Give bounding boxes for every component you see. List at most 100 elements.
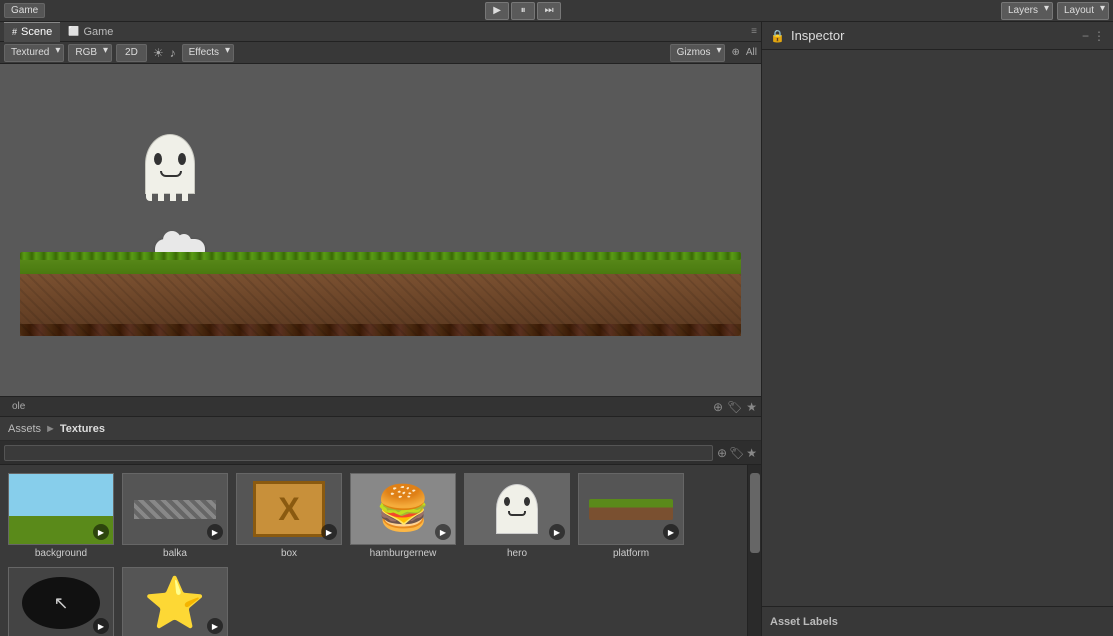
star-search-icon[interactable]: ★ <box>746 446 757 460</box>
inspector-body <box>762 50 1113 606</box>
console-tab[interactable]: ole <box>4 397 33 417</box>
pause-button[interactable]: ⏸ <box>511 2 535 20</box>
ghost-eyes <box>154 153 186 165</box>
right-panel: 🔒 Inspector − ⋮ Asset Labels <box>762 22 1113 636</box>
play-button[interactable]: ▶ <box>485 2 509 20</box>
all-label: All <box>746 47 757 58</box>
inspector-title: Inspector <box>791 28 844 43</box>
bottom-tabs: ole ⊕ 🏷 ★ <box>0 397 761 417</box>
asset-item-box[interactable]: ▶ box <box>236 473 342 559</box>
asset-thumb-balka: ▶ <box>122 473 228 545</box>
assets-label[interactable]: Assets <box>8 423 41 435</box>
platform-thumbnail <box>589 499 672 520</box>
asset-search-input[interactable] <box>4 445 713 461</box>
left-panel: # Scene ⬜ Game ≡ Textured RGB 2D ☀ ♪ Eff… <box>0 22 762 636</box>
asset-panel-content: ▶ background ▶ balka <box>0 465 761 636</box>
transport-controls: ▶ ⏸ ⏭ <box>485 2 561 20</box>
asset-browser: Assets ► Textures ⊕ 🏷 ★ <box>0 417 761 636</box>
box-thumbnail <box>253 481 326 537</box>
game-name-button[interactable]: Game <box>4 3 45 18</box>
inspector-minus-icon[interactable]: − <box>1082 29 1089 43</box>
asset-thumb-platform: ▶ <box>578 473 684 545</box>
background-play-btn[interactable]: ▶ <box>93 524 109 540</box>
saw-thumbnail <box>22 577 100 630</box>
layers-dropdown[interactable]: Layers <box>1001 2 1053 20</box>
step-button[interactable]: ⏭ <box>537 2 561 20</box>
asset-item-saw1[interactable]: ▶ saw 1 <box>8 567 114 636</box>
scene-tab-label: Scene <box>21 26 52 38</box>
inspector-header: 🔒 Inspector − ⋮ <box>762 22 1113 50</box>
asset-label-hero: hero <box>507 548 527 559</box>
ground-grass <box>20 256 741 274</box>
textures-label[interactable]: Textures <box>60 423 105 435</box>
asset-item-star[interactable]: ⭐ ▶ <box>122 567 228 636</box>
scene-game-tabs: # Scene ⬜ Game ≡ <box>0 22 761 42</box>
top-right-controls: Layers Layout <box>1001 2 1109 20</box>
pin-search-icon[interactable]: ⊕ <box>717 446 727 460</box>
inspector-lock-icon[interactable]: 🔒 <box>770 29 785 43</box>
hero-eye-right <box>524 497 530 506</box>
asset-item-background[interactable]: ▶ background <box>8 473 114 559</box>
asset-search-icons: ⊕ 🏷 ★ <box>717 446 757 460</box>
ghost-mouth <box>160 171 182 177</box>
inspector-more-icon[interactable]: ⋮ <box>1093 29 1105 43</box>
scene-toolbar: Textured RGB 2D ☀ ♪ Effects Gizmos ⊕ All <box>0 42 761 64</box>
hero-play-btn[interactable]: ▶ <box>549 524 565 540</box>
ghost-eye-left <box>154 153 162 165</box>
hero-eye-left <box>504 497 510 506</box>
balka-thumbnail <box>133 499 216 520</box>
game-tab-label: Game <box>83 26 113 38</box>
asset-item-hero[interactable]: ▶ hero <box>464 473 570 559</box>
textured-dropdown[interactable]: Textured <box>4 44 64 62</box>
asset-item-hamburgernew[interactable]: 🍔 ▶ hamburgernew <box>350 473 456 559</box>
asset-item-platform[interactable]: ▶ platform <box>578 473 684 559</box>
asset-path: Assets ► Textures <box>0 417 761 441</box>
box-play-btn[interactable]: ▶ <box>321 524 337 540</box>
asset-scrollbar[interactable] <box>747 465 761 636</box>
hamburgernew-play-btn[interactable]: ▶ <box>435 524 451 540</box>
ground-platform <box>20 256 741 336</box>
platform-play-btn[interactable]: ▶ <box>663 524 679 540</box>
asset-thumb-saw1: ▶ <box>8 567 114 636</box>
ground-dirt <box>20 274 741 336</box>
scene-viewport[interactable] <box>0 64 761 396</box>
tag-search-icon[interactable]: 🏷 <box>729 446 744 460</box>
ghost-character <box>145 134 195 204</box>
asset-labels-title: Asset Labels <box>770 616 838 628</box>
asset-label-platform: platform <box>613 548 649 559</box>
asset-grid: ▶ background ▶ balka <box>0 465 747 636</box>
saw1-play-btn[interactable]: ▶ <box>93 618 109 634</box>
rgb-dropdown[interactable]: RGB <box>68 44 112 62</box>
toolbar-icons: ☀ ♪ <box>151 46 178 60</box>
asset-scrollbar-thumb <box>750 473 760 553</box>
hamburger-thumbnail: 🍔 <box>376 487 431 531</box>
tab-lock-icon[interactable]: ≡ <box>751 26 757 37</box>
asset-item-balka[interactable]: ▶ balka <box>122 473 228 559</box>
tab-scene[interactable]: # Scene <box>4 22 60 42</box>
tag-icon[interactable]: 🏷 <box>727 400 742 414</box>
star-play-btn[interactable]: ▶ <box>207 618 223 634</box>
bottom-panel: ole ⊕ 🏷 ★ Assets ► Textures ⊕ <box>0 396 761 636</box>
sun-icon[interactable]: ☀ <box>151 46 166 60</box>
ground-bottom-edge <box>20 324 741 336</box>
hero-thumbnail <box>496 484 538 534</box>
path-separator: ► <box>45 423 56 435</box>
main-layout: # Scene ⬜ Game ≡ Textured RGB 2D ☀ ♪ Eff… <box>0 22 1113 636</box>
2d-button[interactable]: 2D <box>116 44 147 62</box>
asset-labels-footer: Asset Labels <box>762 606 1113 636</box>
ghost-body <box>145 134 195 194</box>
effects-dropdown[interactable]: Effects <box>182 44 234 62</box>
star-bottom-icon[interactable]: ★ <box>746 400 757 414</box>
layout-dropdown[interactable]: Layout <box>1057 2 1109 20</box>
bottom-tab-icons: ⊕ 🏷 ★ <box>713 400 757 414</box>
tab-game[interactable]: ⬜ Game <box>60 22 121 42</box>
asset-thumb-hamburgernew: 🍔 ▶ <box>350 473 456 545</box>
balka-play-btn[interactable]: ▶ <box>207 524 223 540</box>
hero-mouth <box>508 511 526 516</box>
inspector-icons: − ⋮ <box>1082 29 1105 43</box>
asset-search-bar: ⊕ 🏷 ★ <box>0 441 761 465</box>
asset-label-box: box <box>281 548 297 559</box>
gizmos-dropdown[interactable]: Gizmos <box>670 44 726 62</box>
audio-icon[interactable]: ♪ <box>168 46 178 60</box>
pin-icon[interactable]: ⊕ <box>713 400 723 414</box>
